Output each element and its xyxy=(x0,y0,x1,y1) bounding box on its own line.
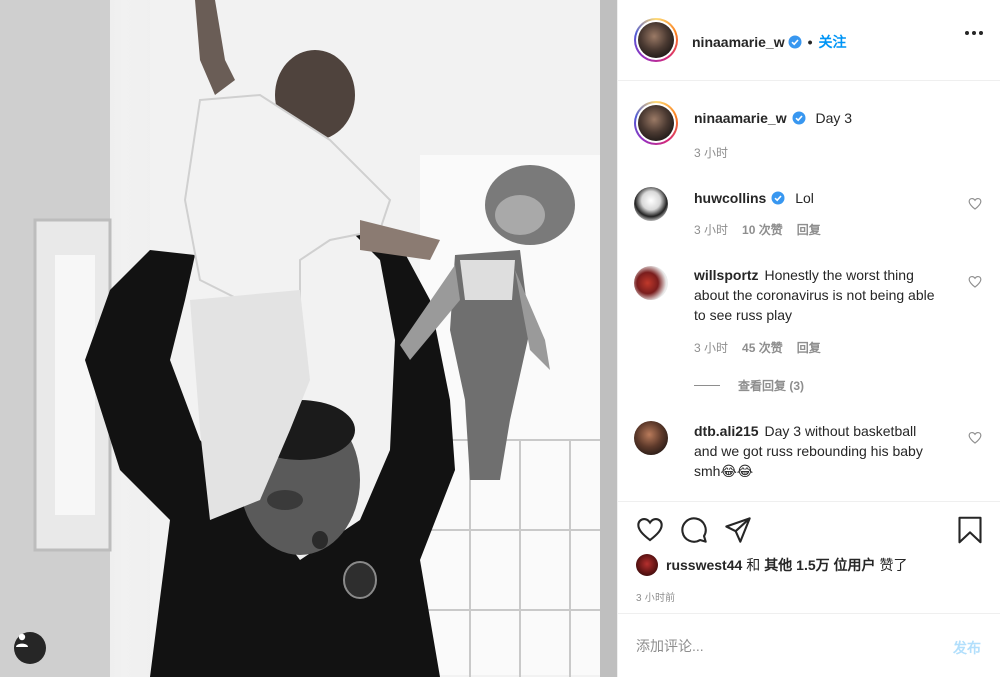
comment-text: Lol xyxy=(795,190,814,206)
comment-time[interactable]: 3 小时 xyxy=(694,221,728,238)
comment-icon[interactable] xyxy=(680,516,708,544)
view-replies-button[interactable]: 查看回复 (3) xyxy=(694,377,804,394)
post-actions: russwest44 和 其他 1.5万 位用户 赞了 3 小时前 xyxy=(618,501,1000,613)
comment-username[interactable]: huwcollins xyxy=(694,190,766,206)
verified-icon xyxy=(788,35,802,49)
comment-username[interactable]: willsportz xyxy=(694,267,759,283)
commenter-avatar[interactable] xyxy=(634,187,668,221)
share-icon[interactable] xyxy=(724,516,752,544)
liker-avatar[interactable] xyxy=(636,554,658,576)
view-replies-label: 查看回复 (3) xyxy=(738,379,805,393)
comment-item: dtb.ali215 Day 3 without basketball and … xyxy=(634,421,984,491)
post-photo[interactable] xyxy=(0,0,617,677)
author-avatar[interactable] xyxy=(634,101,678,145)
likes-liked: 赞了 xyxy=(879,557,908,573)
likes-summary[interactable]: russwest44 和 其他 1.5万 位用户 赞了 xyxy=(636,554,908,576)
comment-time[interactable]: 3 小时 xyxy=(694,339,728,356)
like-comment-icon[interactable] xyxy=(968,275,982,288)
post-time[interactable]: 3 小时前 xyxy=(636,589,675,604)
like-comment-icon[interactable] xyxy=(968,431,982,444)
commenter-avatar[interactable] xyxy=(634,266,668,300)
comment-likes[interactable]: 10 次赞 xyxy=(742,221,783,238)
comment-item: willsportz Honestly the worst thing abou… xyxy=(634,263,984,393)
comment-input[interactable] xyxy=(636,634,926,658)
post-image xyxy=(0,0,617,677)
likes-others[interactable]: 其他 1.5万 位用户 xyxy=(764,555,875,575)
comment-item: huwcollins Lol 3 小时 10 次赞 回复 xyxy=(634,185,984,245)
caption-text: Day 3 xyxy=(815,110,853,126)
reply-button[interactable]: 回复 xyxy=(797,221,821,238)
separator-dot: • xyxy=(807,34,813,50)
post-comment-button[interactable]: 发布 xyxy=(953,638,981,658)
post-detail-panel: ninaamarie_w • 关注 ninaamarie_w Day 3 3 小… xyxy=(617,0,1000,677)
add-comment-bar: 发布 xyxy=(618,613,1000,677)
author-username[interactable]: ninaamarie_w xyxy=(692,34,785,50)
verified-icon xyxy=(792,111,806,125)
like-comment-icon[interactable] xyxy=(968,197,982,210)
comment-username[interactable]: dtb.ali215 xyxy=(694,423,759,439)
user-tag-button[interactable] xyxy=(14,632,46,664)
user-tag-icon xyxy=(16,633,28,647)
caption-username[interactable]: ninaamarie_w xyxy=(694,110,787,126)
follow-button[interactable]: 关注 xyxy=(819,32,847,52)
verified-icon xyxy=(771,191,785,205)
heart-icon[interactable] xyxy=(636,516,664,542)
commenter-avatar[interactable] xyxy=(634,421,668,455)
liker-username[interactable]: russwest44 xyxy=(666,557,742,573)
caption: ninaamarie_w Day 3 3 小时 xyxy=(634,101,984,171)
caption-time: 3 小时 xyxy=(694,146,729,160)
bookmark-icon[interactable] xyxy=(957,516,983,544)
reply-button[interactable]: 回复 xyxy=(797,339,821,356)
more-icon[interactable] xyxy=(965,31,983,35)
comment-likes[interactable]: 45 次赞 xyxy=(742,339,783,356)
replies-divider xyxy=(694,385,720,386)
likes-and: 和 xyxy=(746,557,761,573)
post-header: ninaamarie_w • 关注 xyxy=(618,0,1000,81)
author-avatar[interactable] xyxy=(634,18,678,62)
comments-list: ninaamarie_w Day 3 3 小时 huwcollins Lol 3… xyxy=(618,81,1000,501)
